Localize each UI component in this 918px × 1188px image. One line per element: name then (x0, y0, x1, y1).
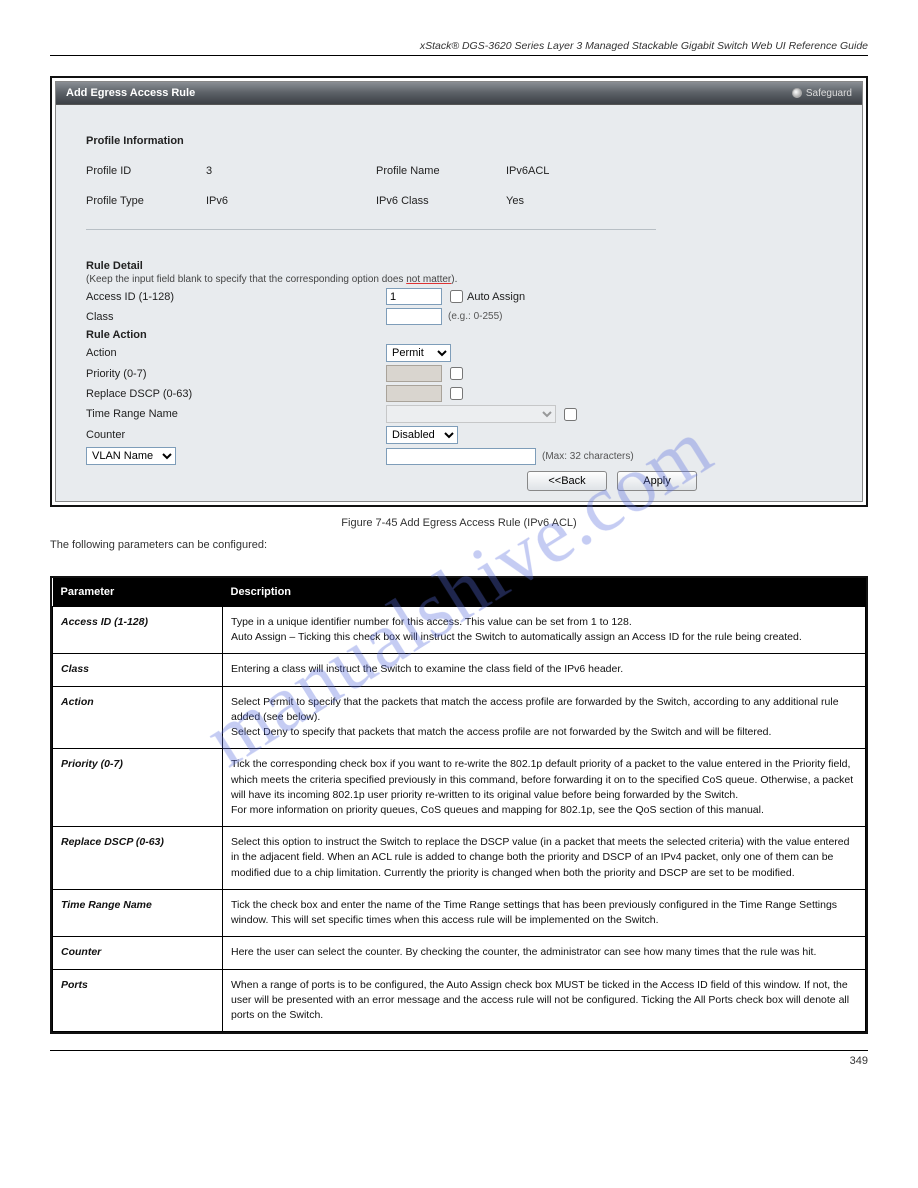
class-label: Class (86, 311, 386, 323)
param-desc-cell: Type in a unique identifier number for t… (223, 607, 866, 654)
table-row: PortsWhen a range of ports is to be conf… (53, 969, 866, 1032)
priority-input[interactable] (386, 365, 442, 382)
app-screenshot-frame: Add Egress Access Rule Safeguard Profile… (50, 76, 868, 507)
parameter-table: Parameter Description Access ID (1-128)T… (52, 578, 866, 1032)
safeguard-icon (792, 88, 802, 98)
replace-dscp-label: Replace DSCP (0-63) (86, 388, 386, 400)
replace-dscp-checkbox[interactable] (450, 387, 463, 400)
ipv6-class-label: IPv6 Class (376, 195, 506, 207)
param-desc-cell: Tick the corresponding check box if you … (223, 749, 866, 827)
param-name-cell: Class (53, 654, 223, 686)
param-desc-cell: When a range of ports is to be configure… (223, 969, 866, 1032)
param-name-cell: Replace DSCP (0-63) (53, 827, 223, 890)
rule-detail-subtext-post: ). (451, 274, 457, 285)
figure-caption: Figure 7-45 Add Egress Access Rule (IPv6… (0, 517, 918, 529)
param-desc-cell: Tick the check box and enter the name of… (223, 889, 866, 936)
time-range-select[interactable] (386, 405, 556, 423)
profile-id-label: Profile ID (86, 165, 206, 177)
param-desc-cell: Select this option to instruct the Switc… (223, 827, 866, 890)
profile-info-grid: Profile ID 3 Profile Name IPv6ACL Profil… (86, 165, 832, 207)
priority-label: Priority (0-7) (86, 368, 386, 380)
priority-checkbox[interactable] (450, 367, 463, 380)
table-row: Time Range NameTick the check box and en… (53, 889, 866, 936)
panel-content: Profile Information Profile ID 3 Profile… (56, 105, 862, 501)
table-row: Priority (0-7)Tick the corresponding che… (53, 749, 866, 827)
ipv6-class-value: Yes (506, 195, 832, 207)
rule-detail-subtext-pre: (Keep the input field blank to specify t… (86, 274, 406, 285)
profile-name-value: IPv6ACL (506, 165, 832, 177)
rule-detail-subtext: (Keep the input field blank to specify t… (86, 274, 832, 285)
profile-type-label: Profile Type (86, 195, 206, 207)
param-name-cell: Action (53, 686, 223, 749)
access-id-input[interactable] (386, 288, 442, 305)
rule-action-heading: Rule Action (86, 329, 832, 341)
table-row: Access ID (1-128)Type in a unique identi… (53, 607, 866, 654)
auto-assign-wrapper[interactable]: Auto Assign (450, 290, 525, 303)
safeguard-indicator: Safeguard (792, 88, 852, 99)
rule-detail-subtext-mark: not matter (406, 274, 451, 285)
table-row: CounterHere the user can select the coun… (53, 937, 866, 969)
replace-dscp-input[interactable] (386, 385, 442, 402)
counter-label: Counter (86, 429, 386, 441)
param-name-cell: Ports (53, 969, 223, 1032)
time-range-checkbox[interactable] (564, 408, 577, 421)
param-desc-cell: Entering a class will instruct the Switc… (223, 654, 866, 686)
auto-assign-label: Auto Assign (467, 291, 525, 303)
window-titlebar: Add Egress Access Rule Safeguard (56, 82, 862, 105)
action-label: Action (86, 347, 386, 359)
table-row: Replace DSCP (0-63)Select this option to… (53, 827, 866, 890)
profile-info-heading: Profile Information (86, 135, 832, 147)
param-desc-cell: Here the user can select the counter. By… (223, 937, 866, 969)
button-row: <<Back Apply (86, 471, 832, 491)
profile-name-label: Profile Name (376, 165, 506, 177)
window-title: Add Egress Access Rule (66, 87, 195, 99)
page-footer: 349 (50, 1050, 868, 1067)
counter-select[interactable]: Disabled (386, 426, 458, 444)
access-id-label: Access ID (1-128) (86, 291, 386, 303)
param-header-col1: Parameter (53, 578, 223, 607)
param-name-cell: Access ID (1-128) (53, 607, 223, 654)
param-name-cell: Priority (0-7) (53, 749, 223, 827)
time-range-label: Time Range Name (86, 408, 386, 420)
doc-header: xStack® DGS-3620 Series Layer 3 Managed … (50, 40, 868, 56)
profile-type-value: IPv6 (206, 195, 376, 207)
table-row: ClassEntering a class will instruct the … (53, 654, 866, 686)
app-panel: Add Egress Access Rule Safeguard Profile… (55, 81, 863, 502)
back-button[interactable]: <<Back (527, 471, 607, 491)
vlan-name-select[interactable]: VLAN Name (86, 447, 176, 465)
action-select[interactable]: Permit (386, 344, 451, 362)
safeguard-label: Safeguard (806, 88, 852, 99)
page-number: 349 (850, 1055, 868, 1067)
rule-detail-heading: Rule Detail (86, 260, 832, 272)
param-name-cell: Time Range Name (53, 889, 223, 936)
param-header-col2: Description (223, 578, 866, 607)
vlan-hint: (Max: 32 characters) (542, 451, 634, 462)
params-intro: The following parameters can be configur… (50, 539, 868, 551)
class-hint: (e.g.: 0-255) (448, 311, 502, 322)
apply-button[interactable]: Apply (617, 471, 697, 491)
class-input[interactable] (386, 308, 442, 325)
table-row: ActionSelect Permit to specify that the … (53, 686, 866, 749)
auto-assign-checkbox[interactable] (450, 290, 463, 303)
param-desc-cell: Select Permit to specify that the packet… (223, 686, 866, 749)
param-name-cell: Counter (53, 937, 223, 969)
divider (86, 229, 656, 230)
vlan-name-input[interactable] (386, 448, 536, 465)
parameter-table-frame: Parameter Description Access ID (1-128)T… (50, 576, 868, 1034)
profile-id-value: 3 (206, 165, 376, 177)
